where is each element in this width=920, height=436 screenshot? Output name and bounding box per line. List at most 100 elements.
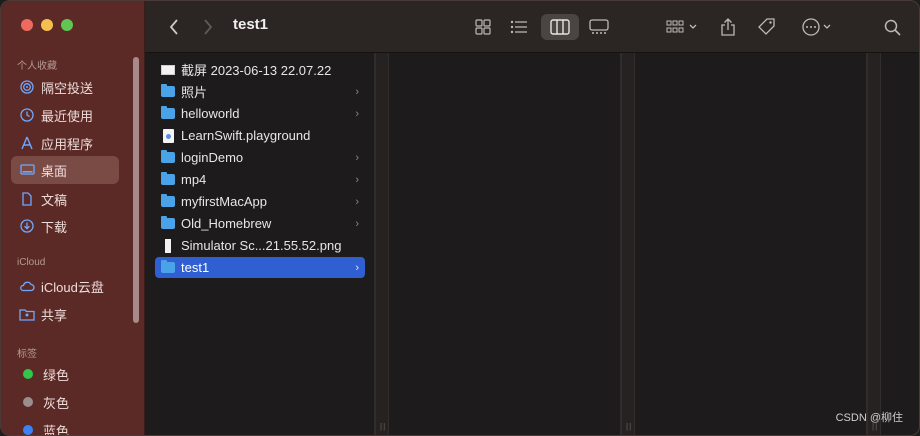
screenshot-icon xyxy=(161,63,175,77)
finder-window: 个人收藏 隔空投送 最近使用 应用程序 桌面 文稿 下载 iCloud iClo… xyxy=(0,0,920,436)
folder-icon xyxy=(161,172,175,187)
chevron-right-icon: › xyxy=(355,195,359,208)
forward-button[interactable] xyxy=(197,15,219,39)
sidebar-tag-gray[interactable]: 灰色 xyxy=(11,388,119,416)
list-view-button[interactable] xyxy=(507,15,531,39)
airdrop-icon xyxy=(19,79,35,95)
group-by-button[interactable] xyxy=(661,15,701,39)
folder-icon xyxy=(161,150,175,165)
group-grid-icon xyxy=(666,20,683,33)
sidebar-item-label: 桌面 xyxy=(41,163,68,179)
ellipsis-circle-icon xyxy=(801,18,820,36)
applications-icon xyxy=(19,135,35,151)
close-button[interactable] xyxy=(21,19,33,31)
png-file-icon xyxy=(161,238,175,253)
folder-icon xyxy=(161,216,175,231)
folder-row[interactable]: Old_Homebrew › xyxy=(155,213,365,234)
tag-color-dot xyxy=(23,425,33,435)
grip-icon: || xyxy=(626,422,633,431)
share-icon xyxy=(721,18,735,36)
sidebar: 个人收藏 隔空投送 最近使用 应用程序 桌面 文稿 下载 iCloud iClo… xyxy=(1,1,145,436)
file-name: test1 xyxy=(181,260,210,275)
chevron-down-icon xyxy=(689,24,696,29)
column-resize-handle[interactable]: || xyxy=(375,53,389,435)
cloud-icon xyxy=(19,278,35,294)
file-name: LearnSwift.playground xyxy=(181,128,311,143)
file-name: helloworld xyxy=(181,106,240,121)
grip-icon: || xyxy=(380,422,387,431)
search-button[interactable] xyxy=(881,15,903,39)
column-browser: 截屏 2023-06-13 22.07.22 照片 › helloworld ›… xyxy=(145,53,919,435)
sidebar-item-applications[interactable]: 应用程序 xyxy=(11,129,119,157)
icon-view-button[interactable] xyxy=(471,15,495,39)
gallery-icon xyxy=(589,19,609,34)
sidebar-item-shared[interactable]: 共享 xyxy=(11,300,119,328)
sidebar-item-downloads[interactable]: 下载 xyxy=(11,212,119,240)
column-resize-handle[interactable]: || xyxy=(867,53,881,435)
toolbar: test1 xyxy=(145,1,919,53)
sidebar-item-airdrop[interactable]: 隔空投送 xyxy=(11,73,119,101)
back-button[interactable] xyxy=(163,15,185,39)
sidebar-item-icloud-drive[interactable]: iCloud云盘 xyxy=(11,272,119,300)
tag-icon xyxy=(758,18,775,35)
chevron-right-icon: › xyxy=(355,107,359,120)
chevron-right-icon: › xyxy=(355,217,359,230)
sidebar-item-label: 绿色 xyxy=(43,367,70,383)
sidebar-item-label: iCloud云盘 xyxy=(41,279,104,295)
column-view-button[interactable] xyxy=(541,14,579,40)
columns-icon xyxy=(550,19,570,35)
sidebar-scrollbar[interactable] xyxy=(133,57,139,323)
folder-row[interactable]: loginDemo › xyxy=(155,147,365,168)
file-name: Old_Homebrew xyxy=(181,216,272,231)
sidebar-item-label: 隔空投送 xyxy=(41,80,94,96)
swift-playground-icon xyxy=(161,128,175,143)
favorites-section-title: 个人收藏 xyxy=(17,61,57,72)
tag-color-dot xyxy=(23,397,33,407)
folder-row[interactable]: mp4 › xyxy=(155,169,365,190)
window-title: test1 xyxy=(233,16,269,33)
tags-section-title: 标签 xyxy=(17,349,37,360)
document-icon xyxy=(19,191,35,207)
sidebar-tag-green[interactable]: 绿色 xyxy=(11,360,119,388)
zoom-button[interactable] xyxy=(61,19,73,31)
sidebar-item-label: 最近使用 xyxy=(41,108,94,124)
download-icon xyxy=(19,218,35,234)
search-icon xyxy=(884,19,901,36)
share-button[interactable] xyxy=(717,15,739,39)
clock-icon xyxy=(19,107,35,123)
grid-icon xyxy=(475,19,491,35)
sidebar-item-label: 蓝色 xyxy=(43,423,70,436)
tag-color-dot xyxy=(23,369,33,379)
folder-icon xyxy=(161,84,175,99)
list-icon xyxy=(510,20,527,34)
tag-button[interactable] xyxy=(755,15,779,39)
folder-icon xyxy=(161,260,175,275)
file-name: 照片 xyxy=(181,85,208,100)
sidebar-item-label: 文稿 xyxy=(41,192,68,208)
folder-row[interactable]: myfirstMacApp › xyxy=(155,191,365,212)
window-controls xyxy=(21,19,73,31)
column-resize-handle[interactable]: || xyxy=(621,53,635,435)
column-3 xyxy=(635,53,867,435)
folder-row[interactable]: helloworld › xyxy=(155,103,365,124)
file-row[interactable]: LearnSwift.playground xyxy=(155,125,365,146)
file-row[interactable]: Simulator Sc...21.55.52.png xyxy=(155,235,365,256)
chevron-right-icon: › xyxy=(355,85,359,98)
gallery-view-button[interactable] xyxy=(587,15,611,39)
sidebar-item-label: 下载 xyxy=(41,219,68,235)
sidebar-tag-blue[interactable]: 蓝色 xyxy=(11,416,119,436)
folder-row-selected[interactable]: test1 › xyxy=(155,257,365,278)
file-name: loginDemo xyxy=(181,150,244,165)
folder-row[interactable]: 照片 › xyxy=(155,81,365,102)
column-2 xyxy=(389,53,621,435)
sidebar-item-documents[interactable]: 文稿 xyxy=(11,185,119,213)
sidebar-item-desktop[interactable]: 桌面 xyxy=(11,156,119,184)
minimize-button[interactable] xyxy=(41,19,53,31)
shared-folder-icon xyxy=(19,306,35,322)
sidebar-item-recents[interactable]: 最近使用 xyxy=(11,101,119,129)
icloud-section-title: iCloud xyxy=(17,257,46,268)
sidebar-item-label: 应用程序 xyxy=(41,136,94,152)
file-row[interactable]: 截屏 2023-06-13 22.07.22 xyxy=(155,59,365,80)
more-actions-button[interactable] xyxy=(797,15,835,39)
chevron-left-icon xyxy=(169,19,178,35)
